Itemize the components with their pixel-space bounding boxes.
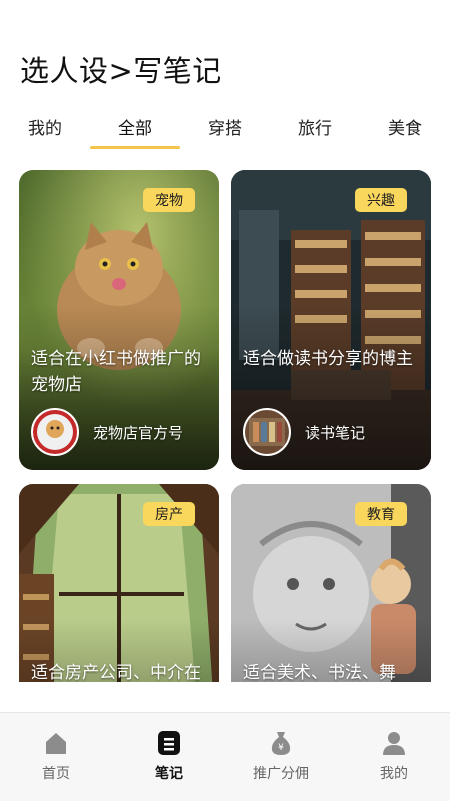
note-icon [155,729,183,757]
persona-grid: 宠物 适合在小红书做推广的宠物店 宠物店官方号 兴趣 适合做读书分享的博主 读书… [0,170,450,682]
tab-mine[interactable]: 我的 [10,114,80,139]
tab-outfit[interactable]: 穿搭 [190,114,260,139]
category-tag: 宠物 [143,188,195,212]
tab-food[interactable]: 美食 [370,114,440,139]
persona-card-pet[interactable]: 宠物 适合在小红书做推广的宠物店 宠物店官方号 [19,170,219,470]
category-tabs: 我的 全部 穿搭 旅行 美食 [0,108,450,152]
persona-card-reading[interactable]: 兴趣 适合做读书分享的博主 读书笔记 [231,170,431,470]
card-title: 适合做读书分享的博主 [243,349,413,369]
category-tag: 兴趣 [355,188,407,212]
category-tag: 房产 [143,502,195,526]
avatar [31,408,79,456]
user-icon [380,729,408,757]
author-name: 宠物店官方号 [93,423,184,442]
money-bag-icon: ¥ [267,729,295,757]
category-tag: 教育 [355,502,407,526]
nav-promotion[interactable]: ¥ 推广分佣 [236,729,326,783]
tab-travel[interactable]: 旅行 [280,114,350,139]
persona-card-education[interactable]: 教育 适合美术、书法、舞 [231,484,431,682]
nav-mine[interactable]: 我的 [349,729,439,783]
card-author: 读书笔记 [243,408,365,456]
nav-notes[interactable]: 笔记 [124,729,214,783]
author-name: 读书笔记 [305,423,366,442]
persona-card-real-estate[interactable]: 房产 适合房产公司、中介在 [19,484,219,682]
active-tab-indicator [90,146,180,149]
svg-text:¥: ¥ [278,743,284,753]
card-title: 适合在小红书做推广的宠物店 [31,349,201,395]
nav-home[interactable]: 首页 [11,729,101,783]
card-author: 宠物店官方号 [31,408,183,456]
card-title: 适合美术、书法、舞 [243,663,396,682]
tab-all[interactable]: 全部 [100,114,170,139]
card-title: 适合房产公司、中介在 [31,663,201,682]
avatar [243,408,291,456]
bottom-navigation: 首页 笔记 ¥ 推广分佣 我的 [0,712,450,801]
home-icon [42,729,70,757]
page-title: 选人设>写笔记 [20,54,222,88]
